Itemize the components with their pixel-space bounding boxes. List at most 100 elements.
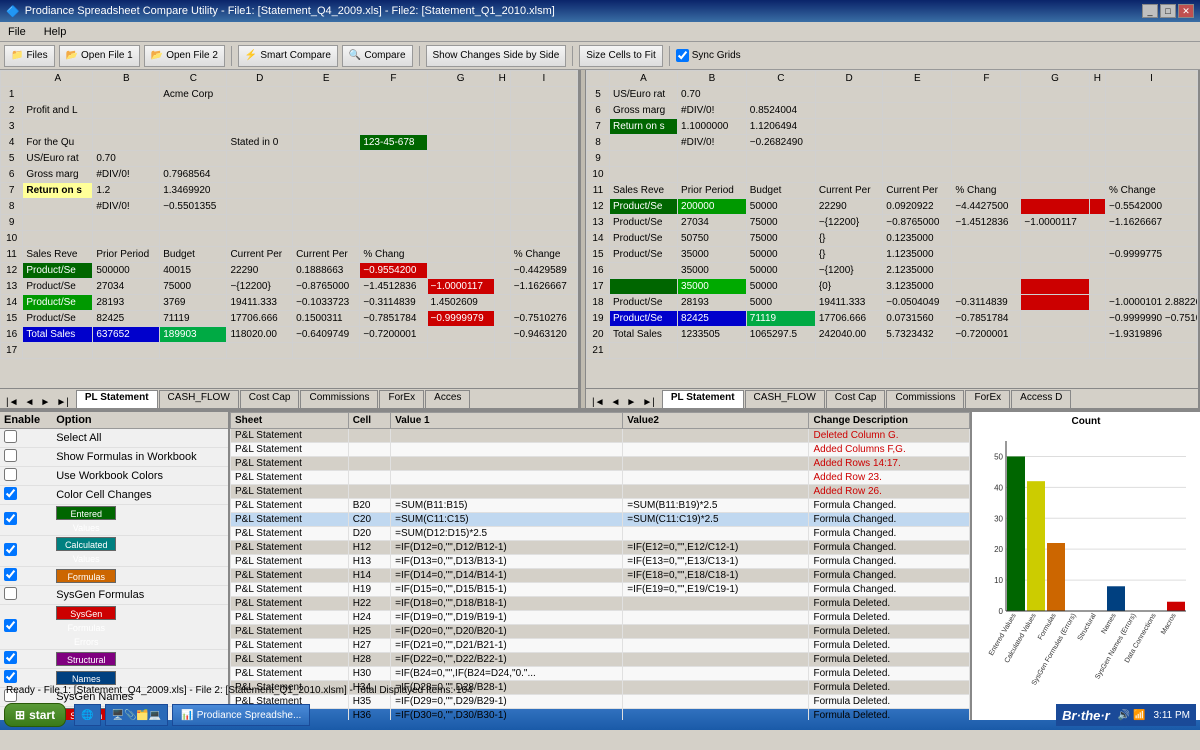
sheet2-cell[interactable]: Product/Se bbox=[609, 311, 677, 327]
sheet1-cell[interactable] bbox=[293, 151, 360, 167]
sheet1-cell[interactable]: 118020.00 bbox=[227, 327, 293, 343]
sheet1-cell[interactable] bbox=[427, 263, 494, 279]
sheet2-cell[interactable] bbox=[952, 87, 1021, 103]
change-row[interactable]: P&L StatementAdded Row 26. bbox=[231, 485, 970, 499]
sheet1-cell[interactable]: −0.7510276 bbox=[510, 311, 577, 327]
sheet1-cell[interactable] bbox=[494, 215, 510, 231]
sheet1-cell[interactable] bbox=[427, 343, 494, 359]
sheet2-cell[interactable] bbox=[1021, 279, 1089, 295]
sheet2-cell[interactable] bbox=[1105, 279, 1197, 295]
sheet1-cell[interactable] bbox=[160, 151, 227, 167]
sheet1-cell[interactable] bbox=[160, 135, 227, 151]
sheet2-cell[interactable]: 1233505 bbox=[678, 327, 747, 343]
tab-commissions[interactable]: Commissions bbox=[300, 390, 378, 408]
sheet1-cell[interactable] bbox=[293, 231, 360, 247]
sheet1-cell[interactable] bbox=[23, 119, 93, 135]
sheet2-cell[interactable]: −0.3114839 bbox=[952, 295, 1021, 311]
sheet2-cell[interactable]: 0.0731560 bbox=[883, 311, 952, 327]
sheet2-cell[interactable] bbox=[815, 135, 882, 151]
sheet2-cell[interactable] bbox=[678, 167, 747, 183]
sheet1-cell[interactable] bbox=[494, 87, 510, 103]
sheet2-cell[interactable] bbox=[883, 103, 952, 119]
sheet1-cell[interactable]: 9 bbox=[1, 215, 23, 231]
taskbar-prodiance[interactable]: 📊 Prodiance Spreadshe... bbox=[172, 704, 310, 726]
option-checkbox[interactable] bbox=[4, 449, 17, 462]
sheet2-cell[interactable] bbox=[1021, 247, 1089, 263]
sheet2-cell[interactable] bbox=[1089, 327, 1105, 343]
sheet1-cell[interactable]: −1.0000117 bbox=[427, 279, 494, 295]
sheet2-cell[interactable] bbox=[1021, 119, 1089, 135]
sheet2-cell[interactable]: Current Per bbox=[815, 183, 882, 199]
sheet2-cell[interactable]: {0} bbox=[815, 279, 882, 295]
change-row[interactable]: P&L StatementAdded Rows 14:17. bbox=[231, 457, 970, 471]
sheet2-cell[interactable]: 2.1235000 bbox=[883, 263, 952, 279]
sheet1-cell[interactable]: Budget bbox=[160, 247, 227, 263]
sheet2-cell[interactable]: 200000 bbox=[678, 199, 747, 215]
sheet2-cell[interactable]: −0.0504049 bbox=[883, 295, 952, 311]
sheet2-cell[interactable]: 82425 bbox=[678, 311, 747, 327]
sheet2-cell[interactable] bbox=[952, 343, 1021, 359]
sheet1-cell[interactable] bbox=[494, 295, 510, 311]
sheet2-cell[interactable]: Prior Period bbox=[678, 183, 747, 199]
sheet1-cell[interactable] bbox=[494, 183, 510, 199]
sheet2-cell[interactable] bbox=[1089, 167, 1105, 183]
sheet2-cell[interactable]: 50750 bbox=[678, 231, 747, 247]
sheet1-cell[interactable] bbox=[494, 199, 510, 215]
change-row[interactable]: P&L StatementH22=IF(D18=0,"",D18/B18-1)F… bbox=[231, 597, 970, 611]
sheet1-cell[interactable]: 0.1888663 bbox=[293, 263, 360, 279]
sheet2-cell[interactable] bbox=[1089, 215, 1105, 231]
sheet1-cell[interactable] bbox=[93, 119, 160, 135]
sheet1-cell[interactable]: 17706.666 bbox=[227, 311, 293, 327]
sheet1-cell[interactable]: 75000 bbox=[160, 279, 227, 295]
tab-pl-statement[interactable]: PL Statement bbox=[76, 390, 158, 408]
option-checkbox[interactable] bbox=[4, 670, 17, 683]
sheet1-cell[interactable]: 3 bbox=[1, 119, 23, 135]
sheet2-cell[interactable]: Product/Se bbox=[609, 231, 677, 247]
option-checkbox[interactable] bbox=[4, 568, 17, 581]
sheet2-cell[interactable]: Current Per bbox=[883, 183, 952, 199]
sheet2-cell[interactable] bbox=[1089, 151, 1105, 167]
sheet2-cell[interactable] bbox=[815, 167, 882, 183]
sheet1-cell[interactable] bbox=[93, 231, 160, 247]
sheet1-cell[interactable] bbox=[494, 119, 510, 135]
sheet2-cell[interactable]: −0.9999990 −0.7510276 bbox=[1105, 311, 1197, 327]
sheet2-cell[interactable] bbox=[883, 119, 952, 135]
sheet1-cell[interactable]: 5 bbox=[1, 151, 23, 167]
sheet1-cell[interactable] bbox=[23, 215, 93, 231]
sheet1-cell[interactable] bbox=[510, 343, 577, 359]
sheet2-cell[interactable] bbox=[1105, 87, 1197, 103]
tab-forex[interactable]: ForEx bbox=[379, 390, 424, 408]
sheet1-cell[interactable]: 3769 bbox=[160, 295, 227, 311]
sheet2-cell[interactable]: 19 bbox=[587, 311, 610, 327]
change-row[interactable]: P&L StatementH27=IF(D21=0,"",D21/B21-1)F… bbox=[231, 639, 970, 653]
sheet2-cell[interactable] bbox=[815, 119, 882, 135]
sheet1-cell[interactable] bbox=[427, 119, 494, 135]
sheet2-cell[interactable]: −1.9319896 bbox=[1105, 327, 1197, 343]
sheet2-cell[interactable]: 242040.00 bbox=[815, 327, 882, 343]
sheet1-cell[interactable] bbox=[494, 103, 510, 119]
change-row[interactable]: P&L StatementD20=SUM(D12:D15)*2.5Formula… bbox=[231, 527, 970, 541]
sheet2-cell[interactable]: 71119 bbox=[746, 311, 815, 327]
files-button[interactable]: 📁 Files bbox=[4, 45, 55, 67]
show-changes-button[interactable]: Show Changes Side by Side bbox=[426, 45, 567, 67]
sheet2-cell[interactable]: −0.9999775 bbox=[1105, 247, 1197, 263]
sheet2-cell[interactable]: 9 bbox=[587, 151, 610, 167]
sheet1-cell[interactable]: 0.1500311 bbox=[293, 311, 360, 327]
sheet1-cell[interactable] bbox=[494, 135, 510, 151]
sheet2-cell[interactable] bbox=[1089, 199, 1105, 215]
sheet1-cell[interactable]: 11 bbox=[1, 247, 23, 263]
smart-compare-button[interactable]: ⚡ Smart Compare bbox=[238, 45, 338, 67]
sheet1-cell[interactable] bbox=[510, 135, 577, 151]
sheet1-cell[interactable]: −1.4512836 bbox=[360, 279, 427, 295]
sheet1-cell[interactable] bbox=[360, 119, 427, 135]
sheet1-cell[interactable]: 10 bbox=[1, 231, 23, 247]
sheet1-cell[interactable] bbox=[494, 167, 510, 183]
sheet1-scroll[interactable]: A B C D E F G H I 1Acme Corp2Profit and … bbox=[0, 70, 578, 388]
tab-next2[interactable]: ► bbox=[624, 397, 638, 408]
sheet1-cell[interactable] bbox=[494, 151, 510, 167]
sheet1-cell[interactable]: Acme Corp bbox=[160, 87, 227, 103]
tab2-access[interactable]: Access D bbox=[1011, 390, 1071, 408]
sheet2-cell[interactable] bbox=[678, 151, 747, 167]
sheet1-cell[interactable]: 1.3469920 bbox=[160, 183, 227, 199]
sheet1-cell[interactable] bbox=[227, 151, 293, 167]
